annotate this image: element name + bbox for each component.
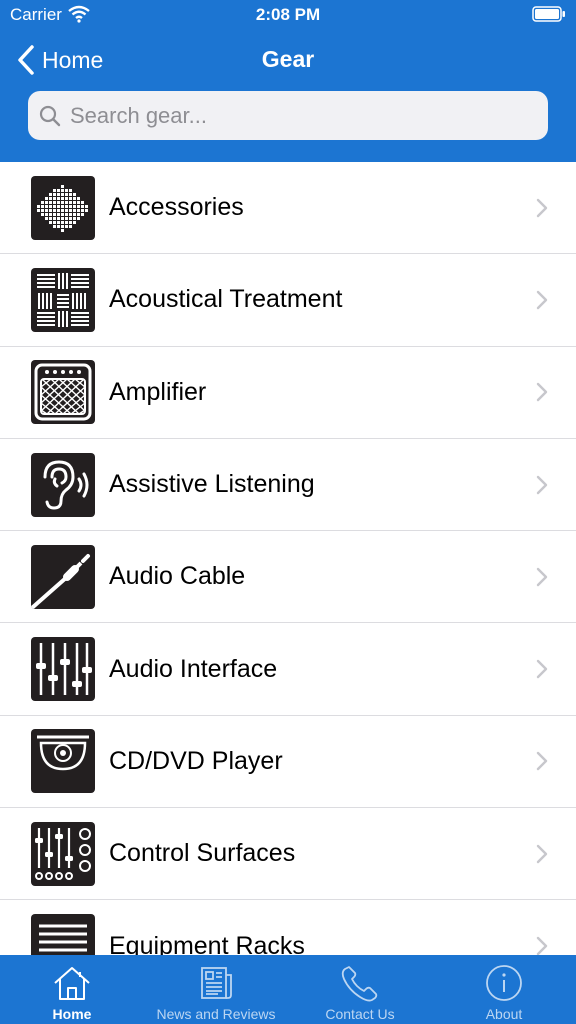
- house-icon: [54, 967, 90, 1000]
- phone-icon: [341, 966, 378, 1002]
- list-item[interactable]: Assistive Listening: [0, 439, 576, 532]
- audio-cable-icon: [31, 544, 95, 609]
- info-icon: [486, 965, 522, 1001]
- back-button-label: Home: [42, 46, 104, 73]
- chevron-right-icon: [536, 383, 548, 402]
- chevron-right-icon: [536, 752, 548, 771]
- battery-icon: [532, 6, 565, 22]
- list-item[interactable]: Equipment Racks: [0, 900, 576, 955]
- tab-bar: Home News and Reviews Contact Us About: [0, 955, 576, 1024]
- gear-list: Accessories Acoustical Treatment Amplifi…: [0, 162, 576, 955]
- search-bar[interactable]: [28, 91, 548, 140]
- list-item-label: Equipment Racks: [109, 931, 305, 955]
- carrier-label: Carrier: [10, 5, 62, 24]
- list-item-label: Amplifier: [109, 377, 207, 406]
- acoustic-panel-icon: [31, 267, 95, 332]
- tab-news-and-reviews[interactable]: News and Reviews: [144, 955, 288, 1024]
- list-item-label: Control Surfaces: [109, 839, 296, 868]
- chevron-right-icon: [536, 290, 548, 310]
- wifi-icon: [68, 5, 90, 23]
- chevron-right-icon: [536, 844, 548, 863]
- list-item-label: CD/DVD Player: [109, 746, 283, 775]
- list-item[interactable]: Control Surfaces: [0, 808, 576, 901]
- rack-icon: [31, 914, 95, 955]
- sound-wave-icon: [31, 175, 95, 240]
- search-icon: [39, 105, 61, 126]
- list-item-label: Audio Cable: [109, 562, 246, 591]
- list-item-label: Accessories: [109, 193, 244, 222]
- tab-home[interactable]: Home: [0, 955, 144, 1024]
- faders-icon: [31, 637, 95, 702]
- chevron-right-icon: [536, 198, 548, 217]
- tab-label: Contact Us: [325, 1006, 395, 1022]
- chevron-right-icon: [536, 936, 548, 955]
- tab-contact-us[interactable]: Contact Us: [288, 955, 432, 1024]
- tab-label: News and Reviews: [156, 1006, 276, 1022]
- list-item[interactable]: Amplifier: [0, 347, 576, 439]
- disc-player-icon: [31, 729, 95, 794]
- tab-about[interactable]: About: [432, 955, 576, 1024]
- status-bar: Carrier 2:08 PM: [0, 0, 576, 30]
- chevron-right-icon: [536, 659, 548, 679]
- newspaper-icon: [201, 967, 232, 999]
- ear-icon: [31, 452, 95, 517]
- amplifier-icon: [31, 360, 95, 425]
- chevron-right-icon: [536, 475, 548, 494]
- list-item-label: Audio Interface: [109, 654, 278, 683]
- header: Carrier 2:08 PM Home Gear: [0, 0, 576, 162]
- back-button[interactable]: Home: [16, 42, 103, 78]
- chevron-right-icon: [536, 567, 548, 587]
- list-item[interactable]: Audio Interface: [0, 623, 576, 716]
- tab-label: Home: [52, 1006, 92, 1022]
- search-input[interactable]: [70, 102, 510, 129]
- chevron-left-icon: [18, 45, 34, 75]
- list-item[interactable]: Accessories: [0, 162, 576, 255]
- list-item[interactable]: CD/DVD Player: [0, 716, 576, 809]
- tab-label: About: [485, 1006, 523, 1022]
- list-item-label: Assistive Listening: [109, 470, 315, 499]
- control-surface-icon: [31, 821, 95, 886]
- list-item-label: Acoustical Treatment: [109, 285, 343, 314]
- list-item[interactable]: Audio Cable: [0, 531, 576, 624]
- list-item[interactable]: Acoustical Treatment: [0, 254, 576, 347]
